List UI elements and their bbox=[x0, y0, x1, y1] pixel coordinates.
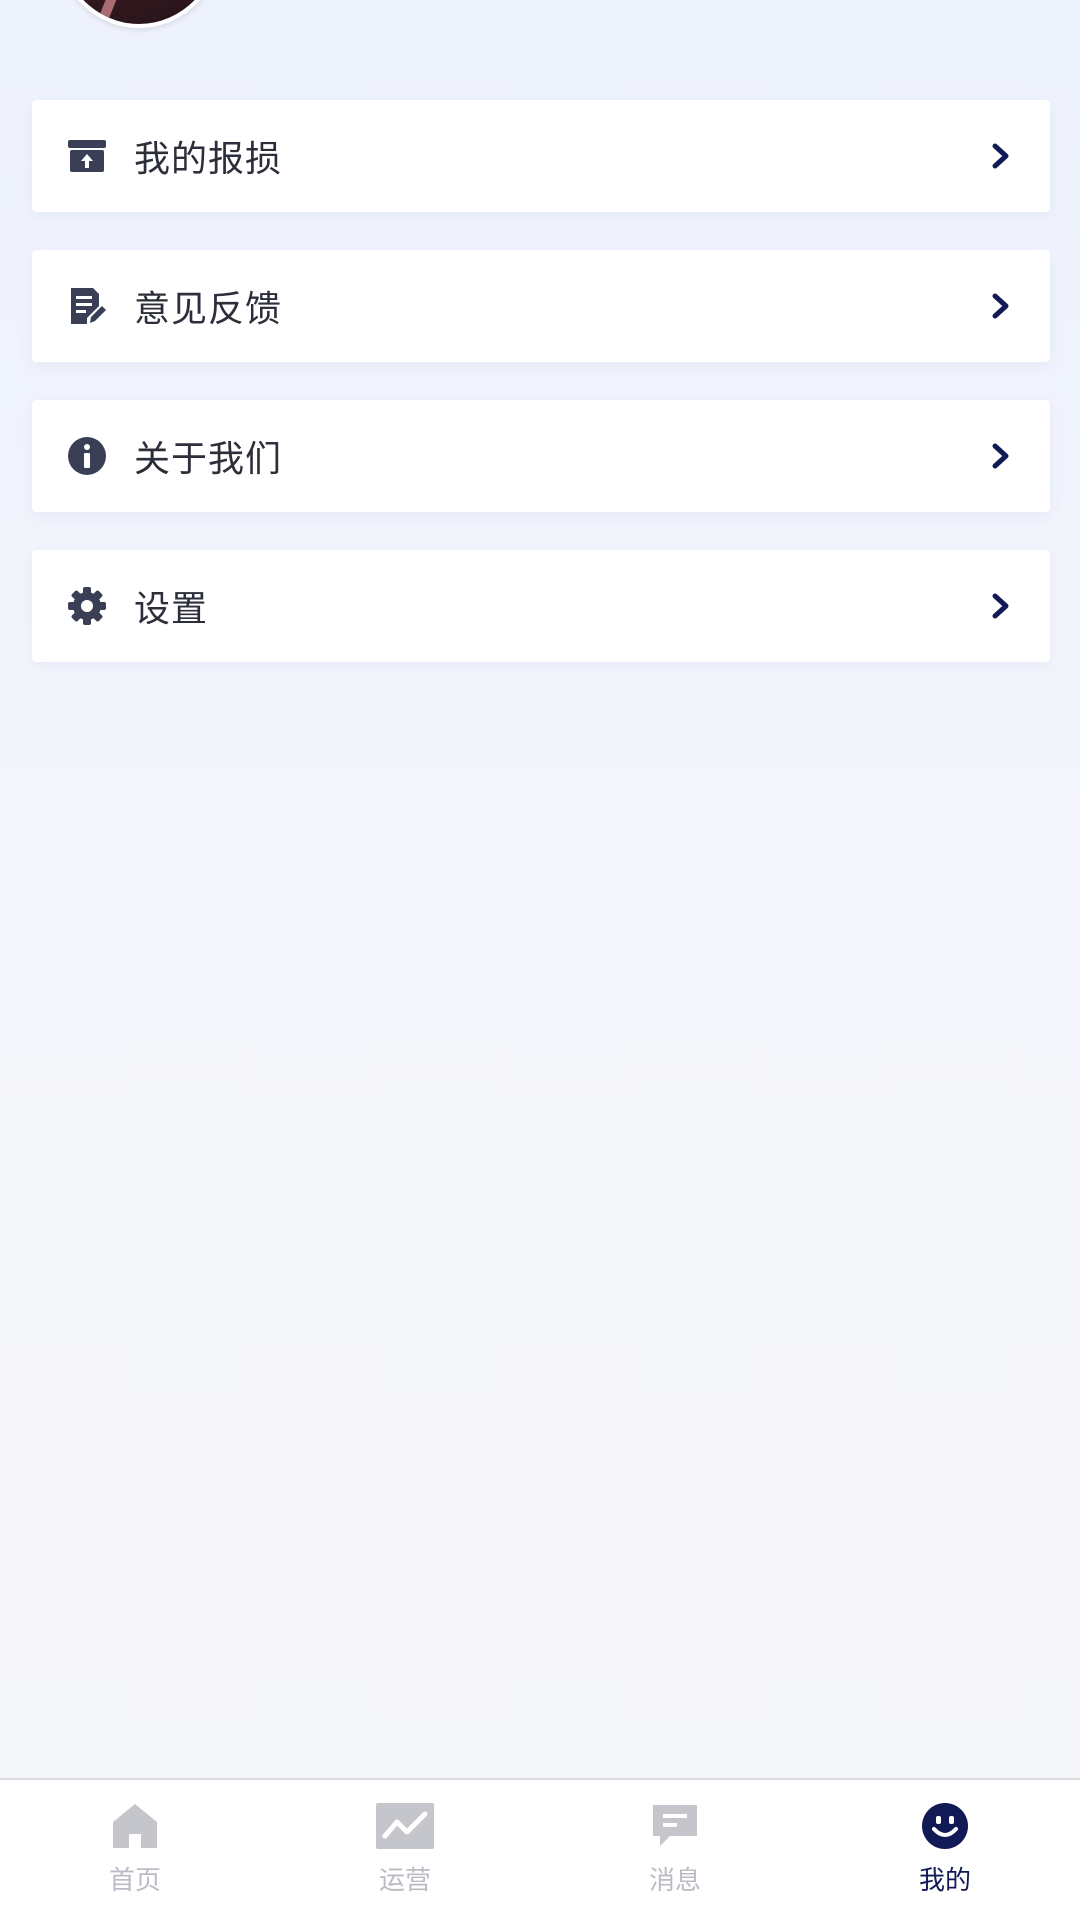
chevron-right-icon bbox=[986, 141, 1016, 171]
menu-item-label: 关于我们 bbox=[134, 439, 283, 480]
gear-icon bbox=[66, 585, 108, 627]
home-icon bbox=[105, 1800, 165, 1852]
avatar[interactable] bbox=[55, 0, 223, 28]
tab-label: 我的 bbox=[918, 1866, 971, 1896]
avatar-image bbox=[96, 0, 172, 24]
message-icon bbox=[645, 1800, 705, 1852]
tab-label: 消息 bbox=[648, 1866, 701, 1896]
chevron-right-icon bbox=[986, 441, 1016, 471]
menu-item-feedback[interactable]: 意见反馈 bbox=[32, 250, 1050, 362]
menu-item-label: 意见反馈 bbox=[134, 289, 283, 330]
menu-item-settings[interactable]: 设置 bbox=[32, 550, 1050, 662]
menu-item-label: 设置 bbox=[134, 589, 209, 630]
chevron-right-icon bbox=[986, 591, 1016, 621]
menu-item-about-us[interactable]: 关于我们 bbox=[32, 400, 1050, 512]
tab-mine[interactable]: 我的 bbox=[810, 1780, 1080, 1920]
box-upload-icon bbox=[66, 135, 108, 177]
chart-icon bbox=[375, 1800, 435, 1852]
menu-list: 我的报损 意见反馈 关于我们 设置 bbox=[32, 100, 1050, 700]
tab-operations[interactable]: 运营 bbox=[270, 1780, 540, 1920]
document-edit-icon bbox=[66, 285, 108, 327]
menu-item-label: 我的报损 bbox=[134, 139, 283, 180]
tab-label: 运营 bbox=[378, 1866, 431, 1896]
chevron-right-icon bbox=[986, 291, 1016, 321]
tab-label: 首页 bbox=[108, 1866, 161, 1896]
tab-messages[interactable]: 消息 bbox=[540, 1780, 810, 1920]
bottom-tab-bar: 首页 运营 消息 我的 bbox=[0, 1778, 1080, 1920]
info-icon bbox=[66, 435, 108, 477]
menu-item-report-loss[interactable]: 我的报损 bbox=[32, 100, 1050, 212]
tab-home[interactable]: 首页 bbox=[0, 1780, 270, 1920]
smile-icon bbox=[915, 1800, 975, 1852]
